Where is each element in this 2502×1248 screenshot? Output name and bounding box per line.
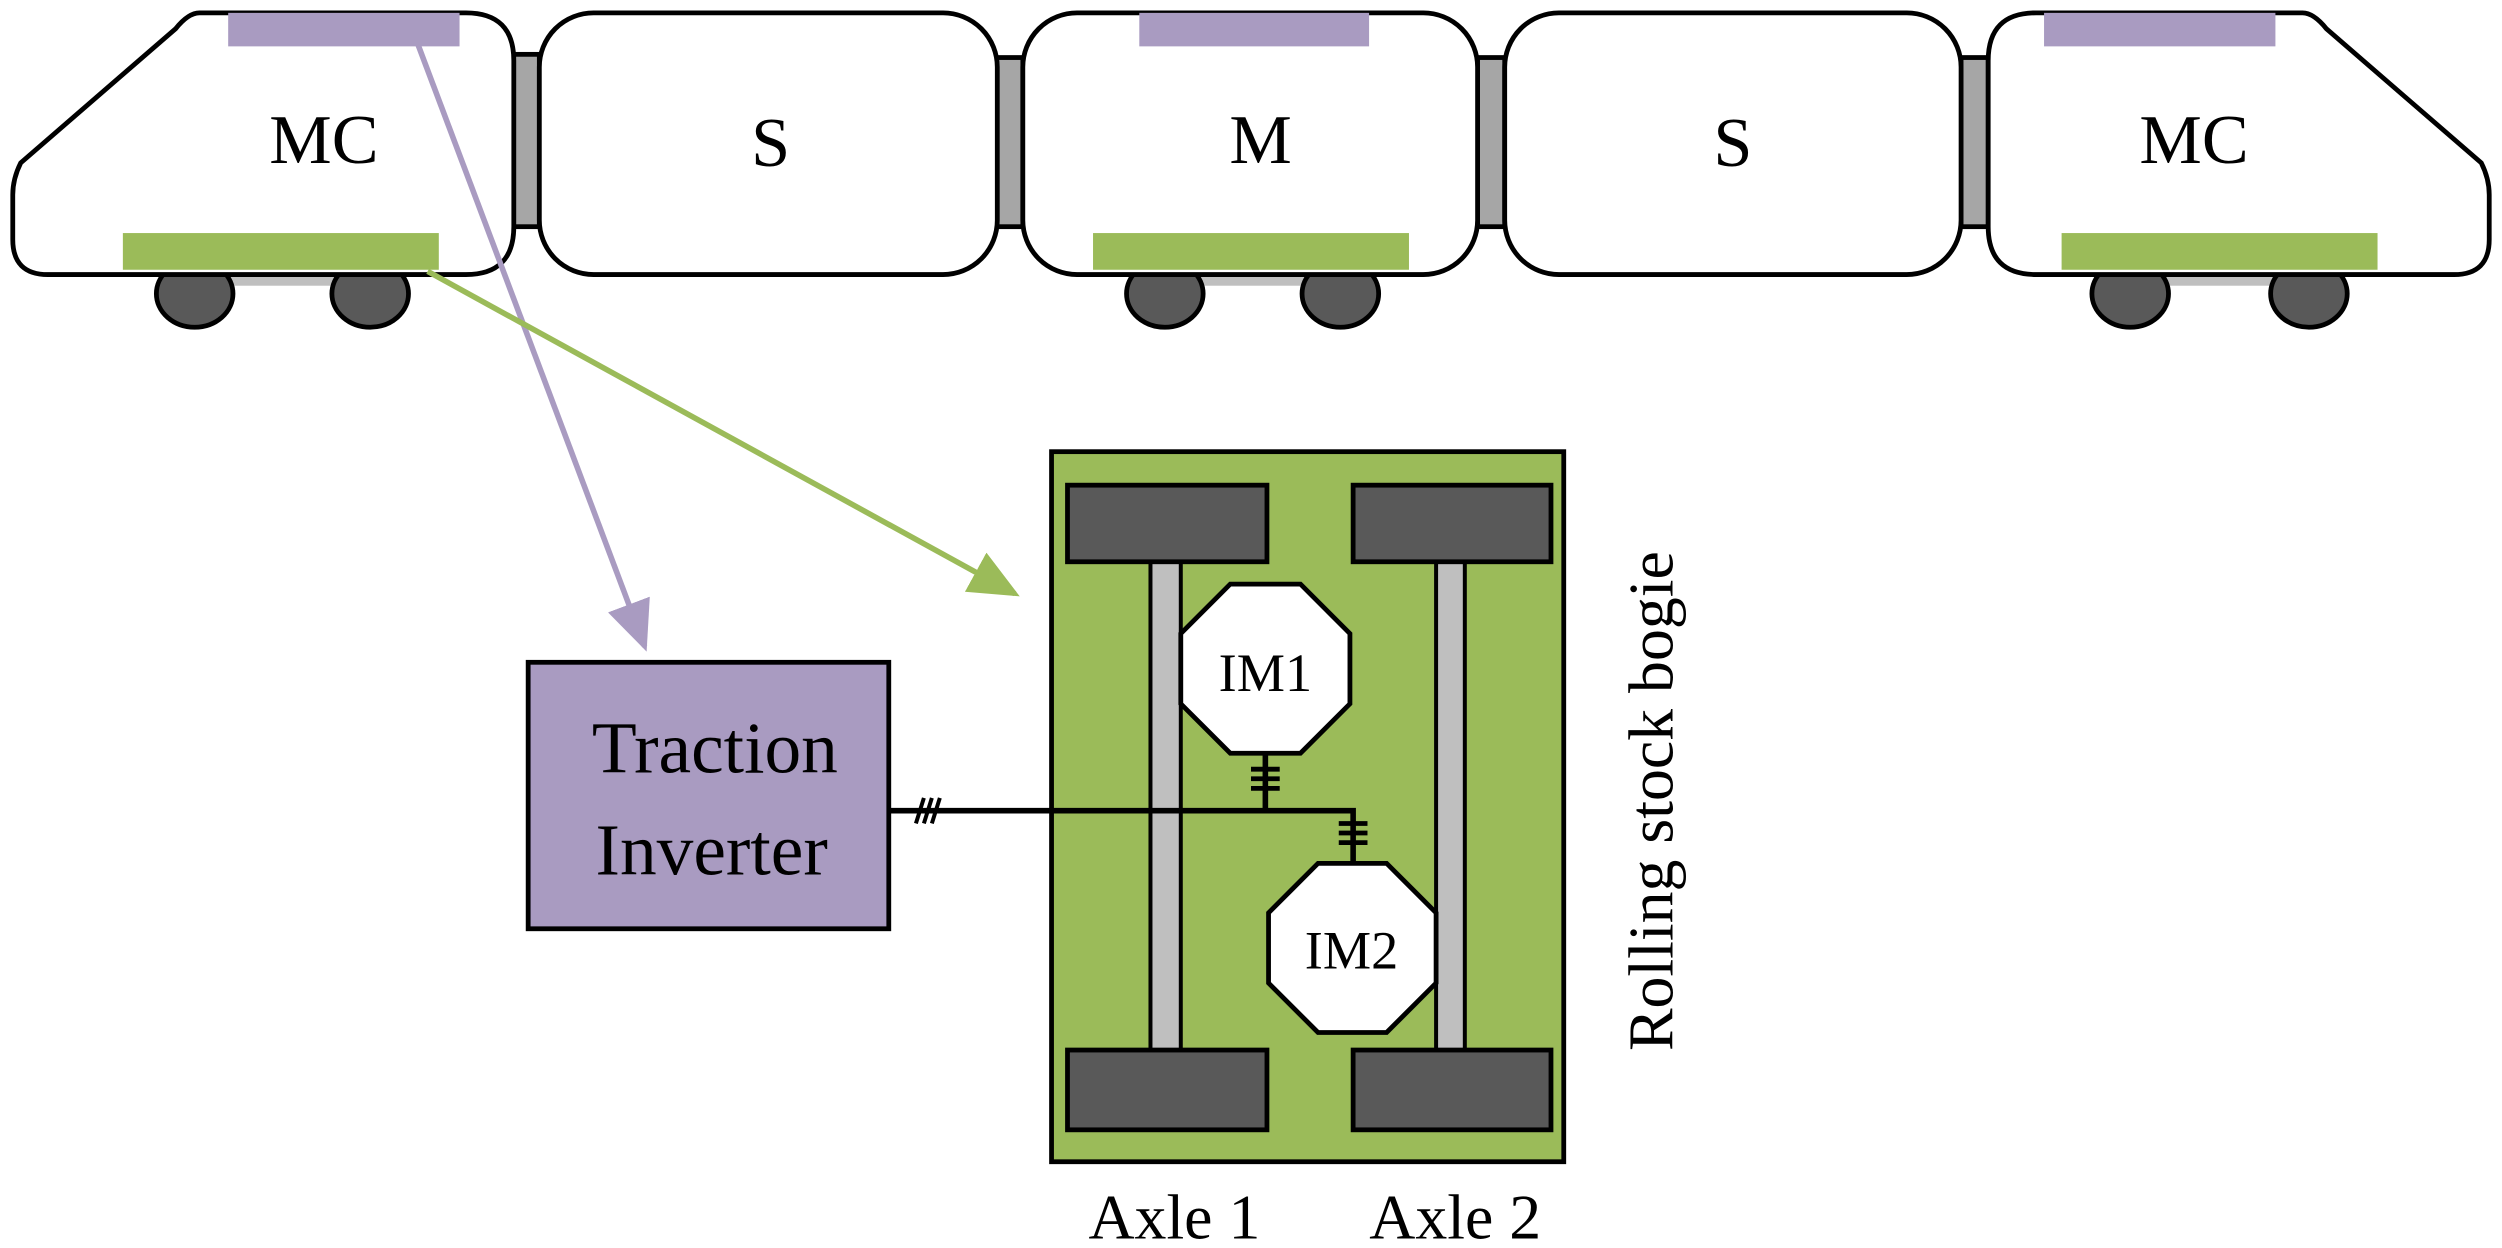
- svg-text:IM2: IM2: [1305, 921, 1398, 981]
- svg-text:IM1: IM1: [1219, 643, 1312, 703]
- inverter-location: [228, 12, 460, 47]
- axle-1: [1148, 559, 1183, 1053]
- induction-motor-1: IM1: [1178, 581, 1353, 756]
- wheel: [1065, 1047, 1270, 1133]
- wheel: [1350, 482, 1554, 565]
- inverter-label-line1: Traction: [592, 707, 838, 788]
- car-label: MC: [2139, 101, 2248, 179]
- car-label: S: [751, 104, 790, 182]
- axle-2: [1434, 559, 1467, 1053]
- car-label: MC: [269, 101, 378, 179]
- wheel: [1350, 1047, 1554, 1133]
- axle-1-label: Axle 1: [1088, 1181, 1260, 1248]
- inverter-location: [1139, 12, 1370, 47]
- bogie-location: [122, 233, 439, 270]
- traction-inverter: Traction Inverter: [525, 659, 892, 932]
- bogie-arrow: [426, 268, 1020, 597]
- train-traction-diagram: MC S M S MC Traction Inverter IM1 IM2 Ax…: [10, 10, 2492, 1248]
- three-phase-tick: [914, 797, 942, 825]
- coupler: [993, 55, 1026, 230]
- axle-2-label: Axle 2: [1369, 1181, 1541, 1248]
- inverter-location: [2044, 12, 2276, 47]
- car-s-2: S: [1502, 10, 1964, 277]
- coupler: [509, 51, 542, 230]
- car-label: M: [1229, 101, 1291, 179]
- coupler: [1475, 55, 1508, 230]
- bogie-location: [1093, 233, 1409, 270]
- bogie-location: [2061, 233, 2378, 270]
- car-m: M: [1020, 10, 1480, 277]
- induction-motor-2: IM2: [1266, 860, 1439, 1035]
- rolling-stock-bogie: IM1 IM2: [888, 449, 1567, 1165]
- car-label: S: [1713, 104, 1752, 182]
- inverter-label-line2: Inverter: [596, 810, 828, 891]
- coupler: [1958, 55, 1991, 230]
- car-s-1: S: [536, 10, 1000, 277]
- car-mc-rear: MC: [1985, 10, 2492, 277]
- car-mc-front: MC: [10, 10, 517, 277]
- bogie-title: Rolling stock bogie: [1615, 551, 1686, 1051]
- wheel: [1065, 482, 1270, 565]
